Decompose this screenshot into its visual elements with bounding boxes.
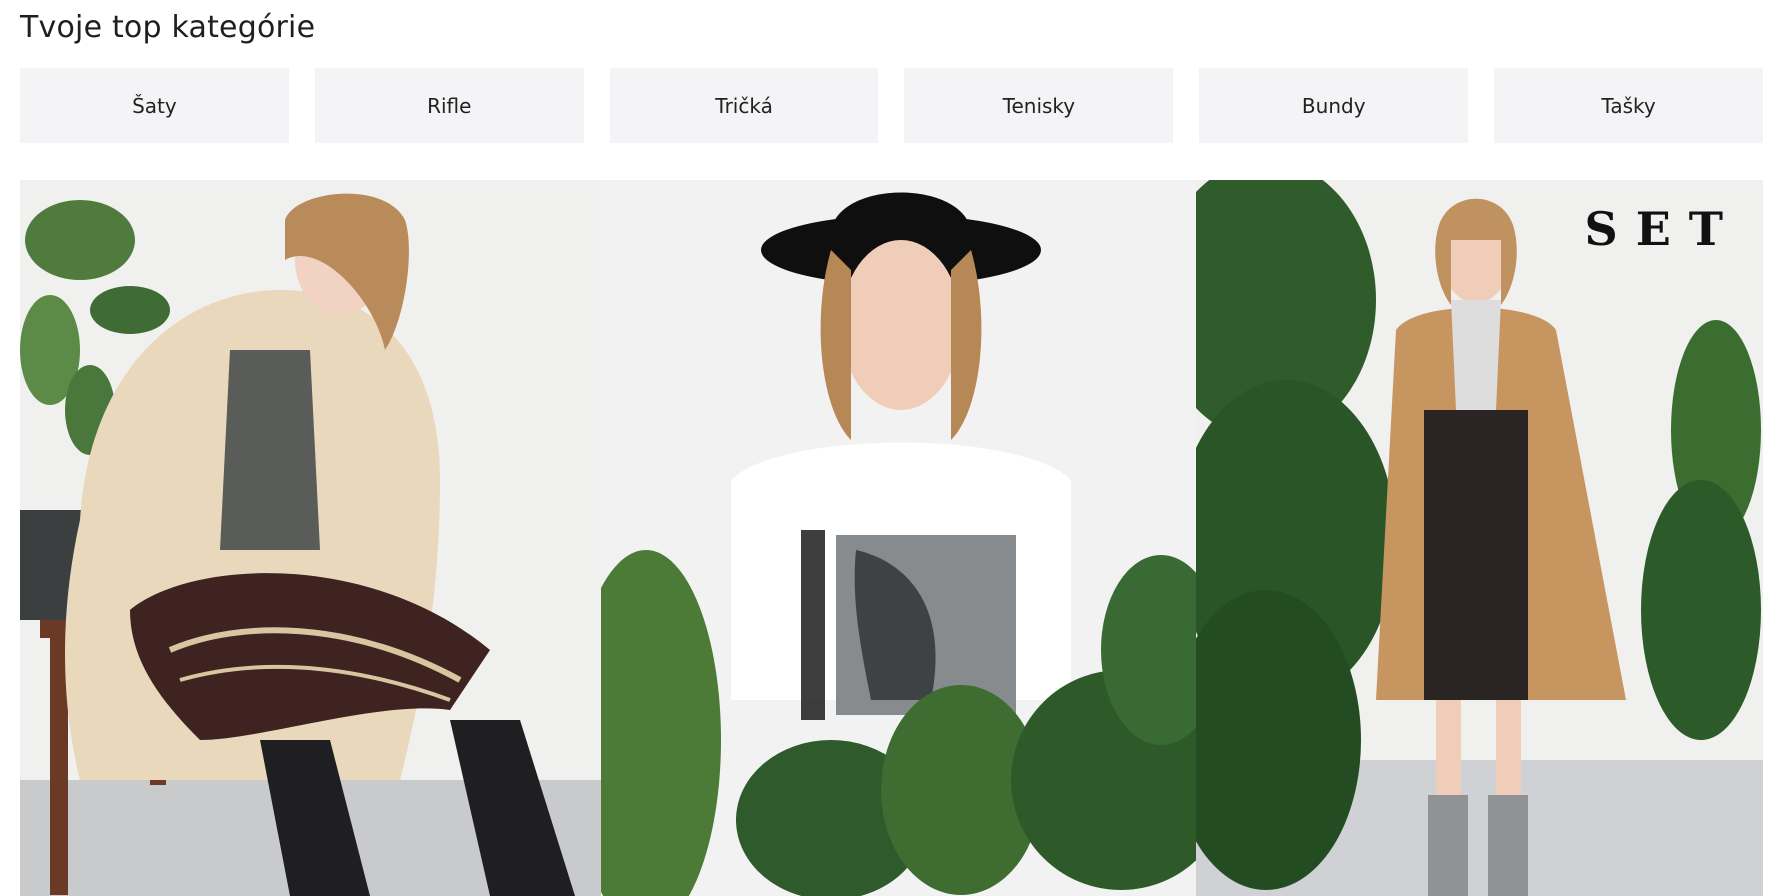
category-button-rifle[interactable]: Rifle [314,68,584,143]
category-button-tricka[interactable]: Tričká [609,68,879,143]
hero-panel-middle[interactable] [601,180,1196,896]
model-in-hat-and-graphic-tee-photo [601,180,1196,896]
category-button-bundy[interactable]: Bundy [1199,68,1469,143]
page: Tvoje top kategórie Šaty Rifle Tričká Te… [0,0,1783,896]
category-list: Šaty Rifle Tričká Tenisky Bundy Tašky [20,68,1763,143]
hero-banner[interactable]: SET [20,180,1763,896]
model-in-camel-coat-photo [1196,180,1763,896]
category-button-tenisky[interactable]: Tenisky [904,68,1174,143]
hero-panel-right[interactable]: SET [1196,180,1763,896]
hero-panel-left[interactable] [20,180,601,896]
category-button-saty[interactable]: Šaty [20,68,289,143]
category-button-tasky[interactable]: Tašky [1494,68,1763,143]
model-in-fluffy-coat-photo [20,180,601,896]
brand-logo-set: SET [1584,202,1741,256]
section-title: Tvoje top kategórie [20,10,316,45]
